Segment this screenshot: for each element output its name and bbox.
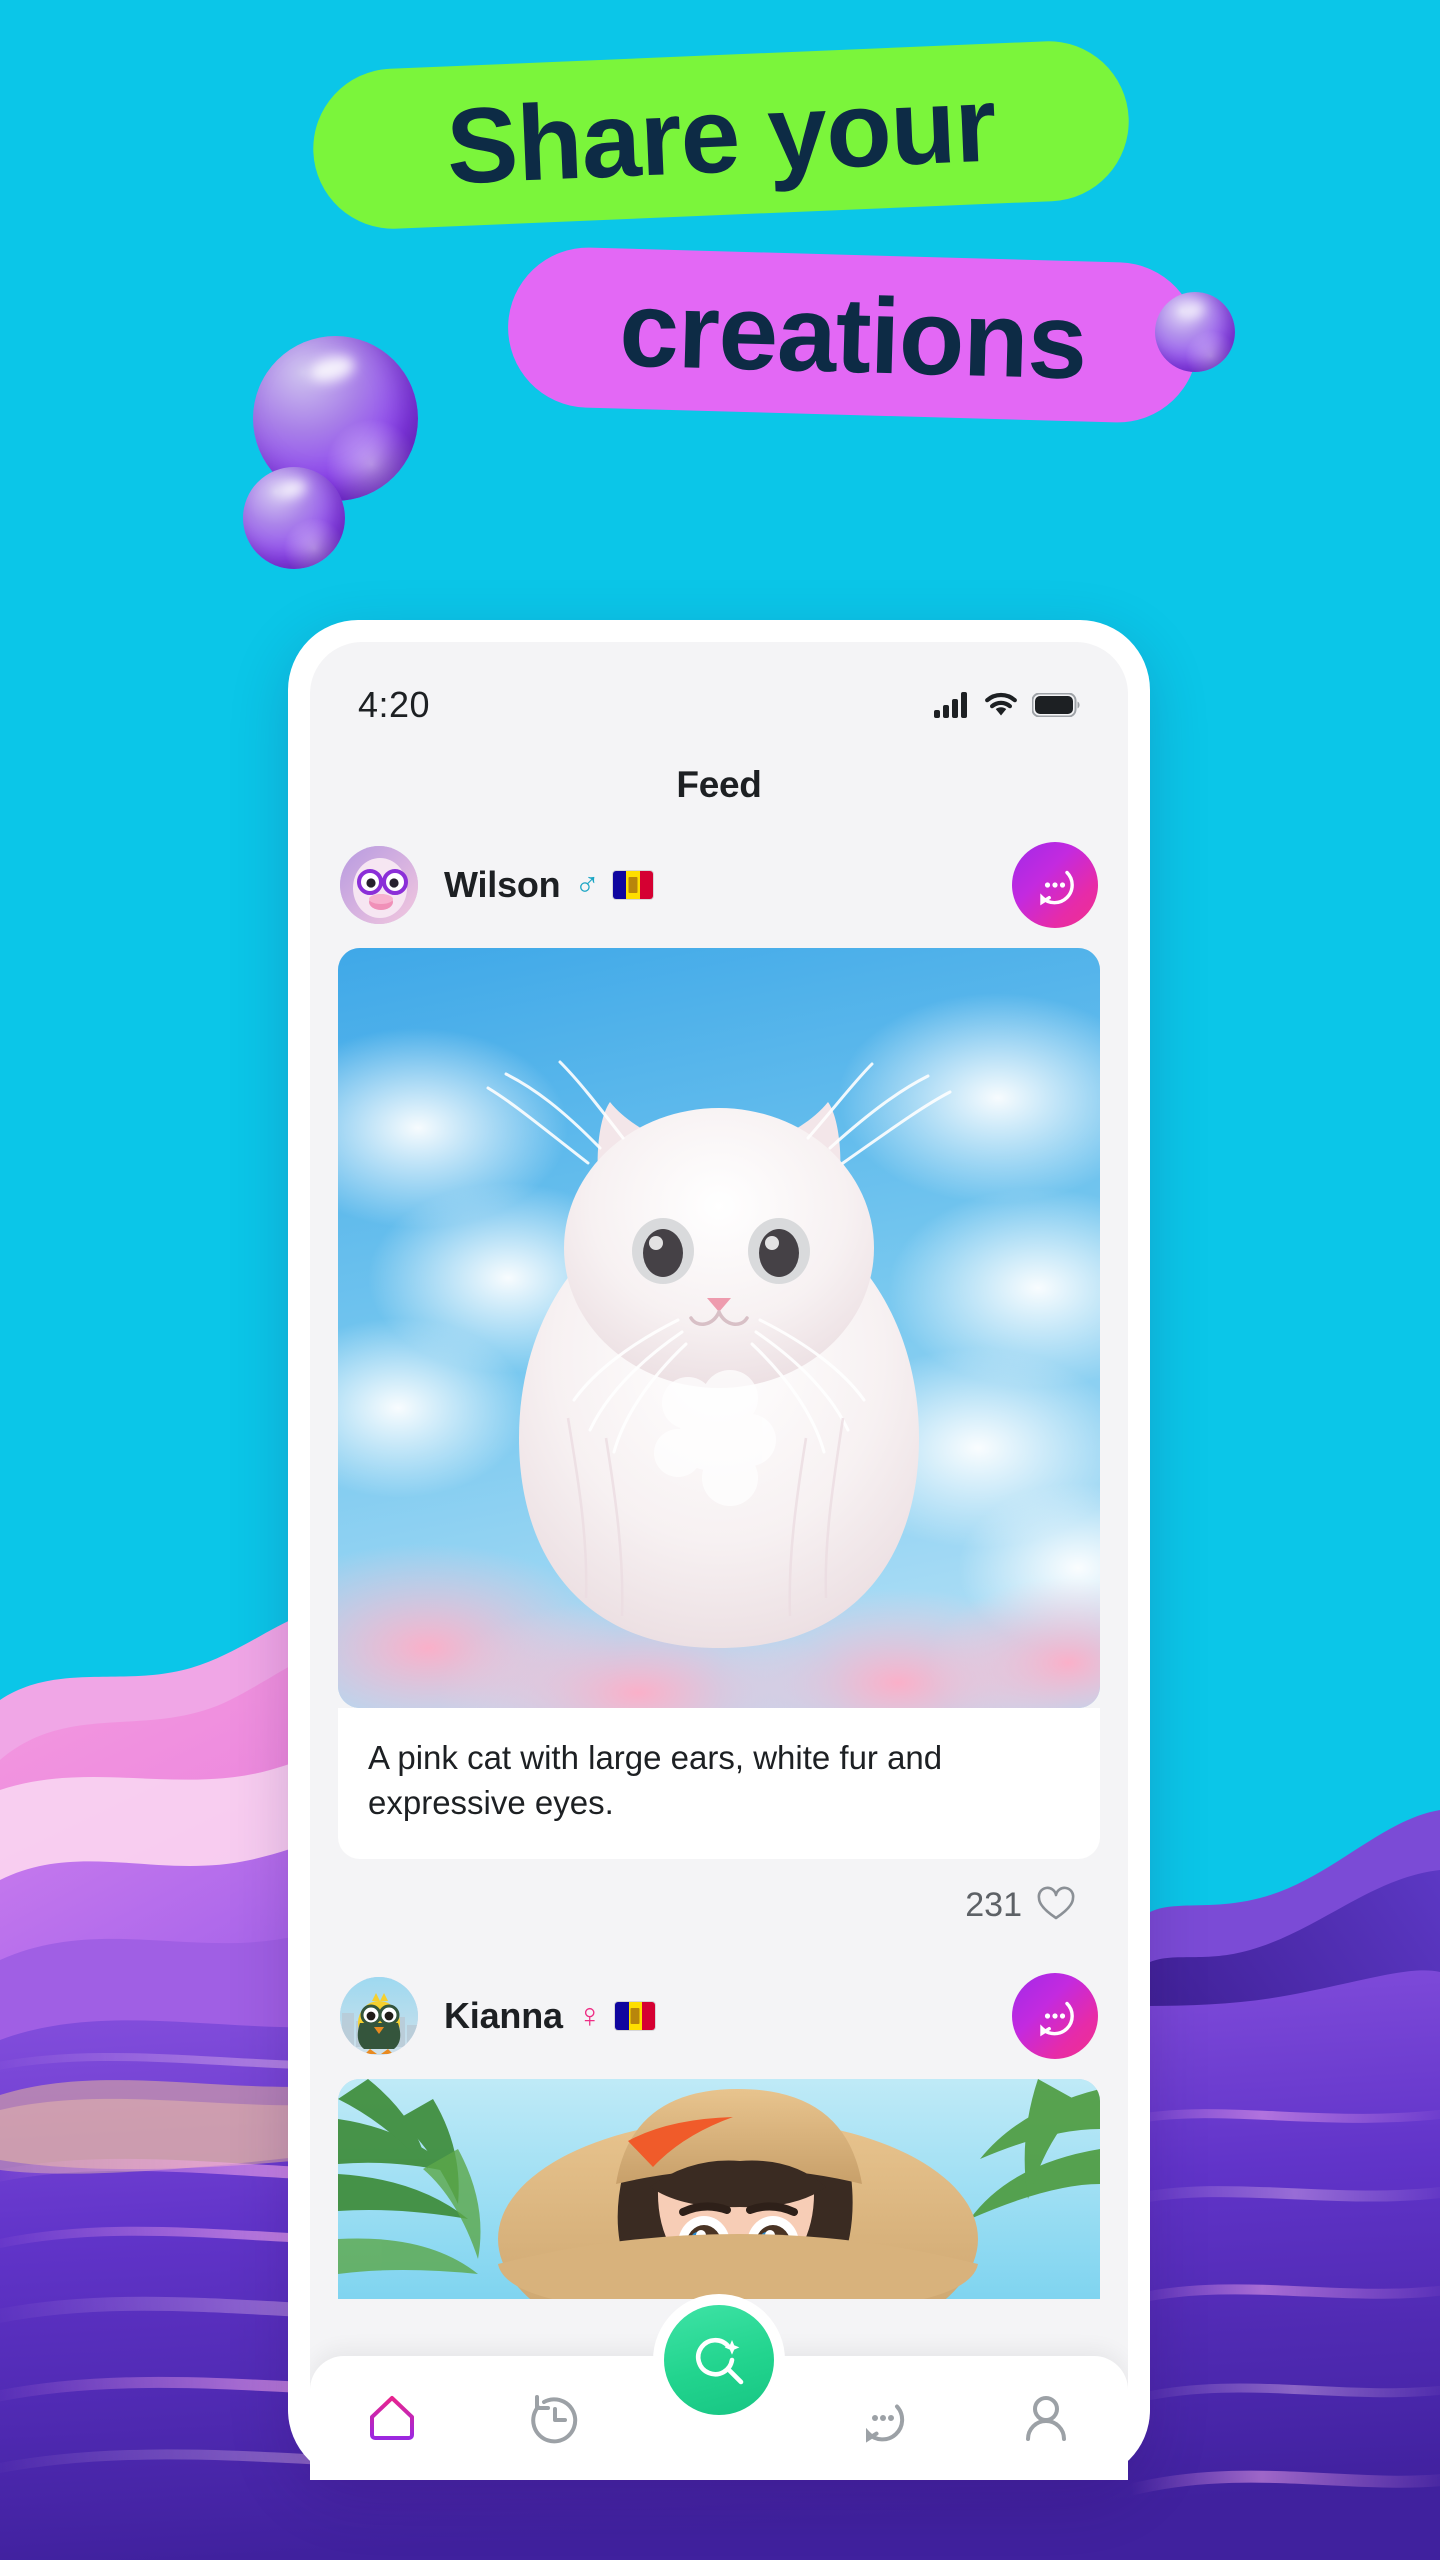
nav-item-history[interactable]: [474, 2356, 638, 2480]
post-metrics: 231: [310, 1859, 1128, 1947]
home-icon: [369, 2396, 414, 2440]
heart-outline-icon[interactable]: [1036, 1885, 1076, 1925]
chat-bubble-dots-icon: [1040, 870, 1074, 906]
nav-item-home[interactable]: [310, 2356, 474, 2480]
gender-male-icon: ♂: [574, 866, 600, 904]
post-chat-button[interactable]: [1012, 842, 1098, 928]
post-header: Kianna ♀: [310, 1947, 1128, 2079]
clock-history-icon: [531, 2395, 578, 2444]
bird-avatar-image: [340, 1977, 418, 2056]
post-chat-button[interactable]: [1012, 1973, 1098, 2060]
andorra-flag-icon: [612, 871, 653, 899]
chat-bubble-dots-icon: [1040, 2001, 1074, 2037]
decorative-sphere-small: [243, 467, 345, 569]
post-image[interactable]: [338, 948, 1100, 1708]
post-username[interactable]: Wilson: [444, 864, 561, 906]
status-bar: 4:20: [310, 642, 1128, 742]
headline-pill-line1: Share your: [310, 37, 1132, 233]
create-fab-inner: [664, 2305, 774, 2415]
andorra-flag-icon: [615, 2002, 656, 2031]
cat-on-clouds-image: [338, 948, 1100, 1708]
wifi-icon: [985, 692, 1017, 716]
phone-screen: 4:20 Feed Wilson ♂ A pink cat with large…: [310, 642, 1128, 2480]
post-caption: A pink cat with large ears, white fur an…: [338, 1708, 1100, 1860]
girl-with-straw-hat-image: [338, 2079, 1100, 2300]
headline-line1-text: Share your: [444, 63, 998, 207]
decorative-sphere-right: [1155, 292, 1235, 372]
post-item: Kianna ♀: [310, 1947, 1128, 2300]
nav-item-messages[interactable]: [801, 2356, 965, 2480]
cellular-signal-icon: [934, 692, 967, 718]
status-bar-icons: [934, 692, 1080, 718]
post-item: Wilson ♂ A pink cat with large ears, whi…: [310, 816, 1128, 1947]
like-count: 231: [965, 1885, 1022, 1924]
user-person-icon: [1026, 2396, 1067, 2441]
phone-mockup: 4:20 Feed Wilson ♂ A pink cat with large…: [288, 620, 1150, 2480]
duck-avatar-image: [340, 846, 418, 924]
status-bar-time: 4:20: [358, 684, 431, 725]
nav-item-profile[interactable]: [964, 2356, 1128, 2480]
gender-female-icon: ♀: [576, 1997, 603, 2036]
avatar[interactable]: [340, 846, 418, 924]
chat-bubble-dots-icon: [865, 2404, 904, 2443]
avatar[interactable]: [340, 1977, 418, 2056]
headline-pill-line2: creations: [505, 245, 1201, 425]
post-header: Wilson ♂: [310, 816, 1128, 948]
headline-line2-text: creations: [618, 268, 1088, 402]
page-title: Feed: [676, 764, 762, 805]
battery-icon: [1032, 693, 1080, 717]
post-username[interactable]: Kianna: [444, 1995, 563, 2037]
magic-search-icon: [695, 2337, 744, 2385]
post-image[interactable]: [338, 2079, 1100, 2300]
create-fab-button[interactable]: [653, 2294, 785, 2426]
